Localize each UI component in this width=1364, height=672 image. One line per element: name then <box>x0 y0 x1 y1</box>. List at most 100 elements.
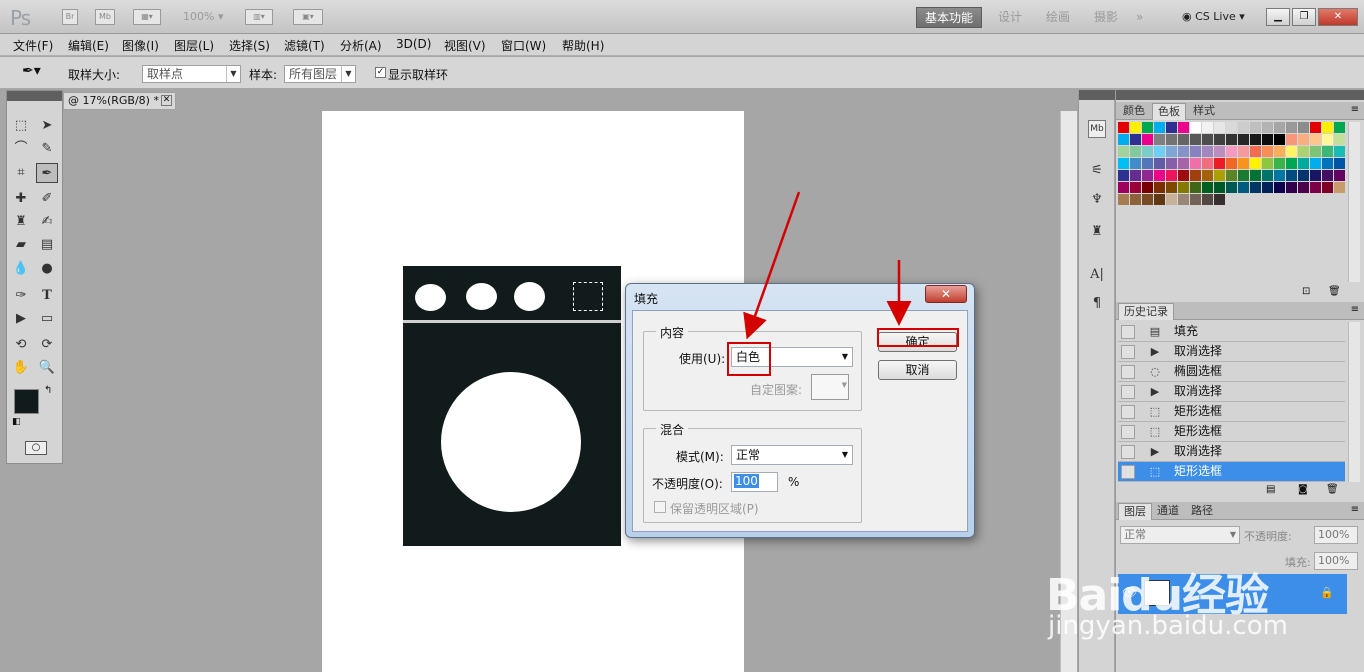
opacity-field[interactable]: 100% <box>1314 526 1358 544</box>
color-swatch[interactable] <box>1142 182 1153 193</box>
color-swatch[interactable] <box>1226 146 1237 157</box>
gradient-tool-icon[interactable]: ▤ <box>36 235 58 255</box>
lasso-tool-icon[interactable]: ⌒ <box>10 139 32 159</box>
color-swatch[interactable] <box>1334 170 1345 181</box>
swap-colors-icon[interactable]: ↰ <box>44 385 52 396</box>
color-swatch[interactable] <box>1226 122 1237 133</box>
color-swatch[interactable] <box>1130 158 1141 169</box>
color-swatch[interactable] <box>1322 170 1333 181</box>
color-swatch[interactable] <box>1262 170 1273 181</box>
color-swatch[interactable] <box>1118 134 1129 145</box>
tab-color[interactable]: 颜色 <box>1118 103 1150 120</box>
color-swatch[interactable] <box>1274 182 1285 193</box>
color-swatch[interactable] <box>1334 158 1345 169</box>
foreground-color-swatch[interactable] <box>14 389 39 414</box>
color-swatch[interactable] <box>1118 170 1129 181</box>
color-swatch[interactable] <box>1250 158 1261 169</box>
color-swatch[interactable] <box>1178 158 1189 169</box>
color-swatch[interactable] <box>1142 158 1153 169</box>
color-swatch[interactable] <box>1118 182 1129 193</box>
color-swatch[interactable] <box>1238 146 1249 157</box>
color-swatch[interactable] <box>1214 134 1225 145</box>
panel-menu-icon[interactable]: ≡ <box>1351 504 1359 515</box>
color-swatch[interactable] <box>1274 134 1285 145</box>
color-swatch[interactable] <box>1286 170 1297 181</box>
color-swatch[interactable] <box>1166 194 1177 205</box>
color-swatch[interactable] <box>1166 122 1177 133</box>
brush-tool-icon[interactable]: ✐ <box>36 189 58 209</box>
history-source-checkbox[interactable] <box>1121 445 1135 459</box>
dodge-tool-icon[interactable]: ● <box>36 259 58 279</box>
color-swatch[interactable] <box>1274 146 1285 157</box>
workspace-basic-button[interactable]: 基本功能 <box>916 7 983 28</box>
minimize-button[interactable]: ▁ <box>1266 8 1290 26</box>
history-state-row[interactable]: ⬚ 矩形选框 <box>1118 402 1345 422</box>
color-swatch[interactable] <box>1202 146 1213 157</box>
color-swatch[interactable] <box>1310 146 1321 157</box>
workspace-design-button[interactable]: 设计 <box>990 7 1030 28</box>
color-swatch[interactable] <box>1202 194 1213 205</box>
color-swatch[interactable] <box>1190 122 1201 133</box>
color-swatch[interactable] <box>1178 122 1189 133</box>
color-swatch[interactable] <box>1250 122 1261 133</box>
menu-edit[interactable]: 编辑(E) <box>68 37 109 54</box>
mini-bridge-panel-icon[interactable]: Mb <box>1088 120 1106 138</box>
color-swatch[interactable] <box>1298 146 1309 157</box>
blend-mode-select[interactable]: 正常 ▼ <box>1120 526 1240 544</box>
healing-brush-tool-icon[interactable]: ✚ <box>10 189 32 209</box>
move-tool-icon[interactable]: ➤ <box>36 116 58 136</box>
color-swatch[interactable] <box>1190 134 1201 145</box>
color-swatch[interactable] <box>1334 182 1345 193</box>
color-swatch[interactable] <box>1154 194 1165 205</box>
eyedropper-tool-icon[interactable]: ✒ <box>36 163 58 183</box>
toolbox-header[interactable] <box>7 91 62 101</box>
color-swatch[interactable] <box>1202 182 1213 193</box>
color-swatch[interactable] <box>1142 122 1153 133</box>
zoom-tool-icon[interactable]: 🔍 <box>36 358 58 378</box>
color-swatch[interactable] <box>1142 146 1153 157</box>
color-swatch[interactable] <box>1214 182 1225 193</box>
bridge-icon[interactable]: Br <box>62 9 78 25</box>
dialog-close-button[interactable]: ✕ <box>925 285 967 303</box>
tab-layers[interactable]: 图层 <box>1118 503 1152 520</box>
color-swatch[interactable] <box>1178 134 1189 145</box>
mini-bridge-icon[interactable]: Mb <box>95 9 115 25</box>
color-swatch[interactable] <box>1238 158 1249 169</box>
delete-state-icon[interactable]: 🗑 <box>1326 484 1339 495</box>
color-swatch[interactable] <box>1214 146 1225 157</box>
history-scrollbar[interactable] <box>1348 322 1360 482</box>
workspace-painting-button[interactable]: 绘画 <box>1038 7 1078 28</box>
color-swatch[interactable] <box>1262 134 1273 145</box>
character-panel-icon[interactable]: A| <box>1088 267 1106 285</box>
color-swatch[interactable] <box>1262 182 1273 193</box>
color-swatch[interactable] <box>1310 182 1321 193</box>
menu-image[interactable]: 图像(I) <box>122 37 159 54</box>
new-snapshot-icon[interactable]: ◙ <box>1298 484 1308 495</box>
history-state-row[interactable]: ▶ 取消选择 <box>1118 342 1345 362</box>
color-swatch[interactable] <box>1118 122 1129 133</box>
new-document-from-state-icon[interactable]: ▤ <box>1266 484 1275 495</box>
swatches-scrollbar[interactable] <box>1348 122 1360 282</box>
color-swatch[interactable] <box>1298 158 1309 169</box>
color-swatch[interactable] <box>1322 146 1333 157</box>
color-swatch[interactable] <box>1322 134 1333 145</box>
color-swatch[interactable] <box>1286 122 1297 133</box>
document-tab[interactable]: @ 17%(RGB/8) * ✕ <box>63 92 176 110</box>
color-swatch[interactable] <box>1202 134 1213 145</box>
eraser-tool-icon[interactable]: ▰ <box>10 235 32 255</box>
history-source-checkbox[interactable] <box>1121 365 1135 379</box>
color-swatch[interactable] <box>1154 134 1165 145</box>
custom-pattern-picker[interactable]: ▼ <box>811 374 849 400</box>
menu-window[interactable]: 窗口(W) <box>501 37 546 54</box>
type-tool-icon[interactable]: T <box>36 286 58 306</box>
color-swatch[interactable] <box>1274 122 1285 133</box>
clone-source-panel-icon[interactable]: ♜ <box>1088 224 1106 242</box>
history-state-row[interactable]: ◌ 椭圆选框 <box>1118 362 1345 382</box>
cs-live-menu[interactable]: ◉ CS Live ▾ <box>1182 10 1245 23</box>
panel-menu-icon[interactable]: ≡ <box>1351 104 1359 115</box>
color-swatch[interactable] <box>1262 122 1273 133</box>
opacity-input[interactable]: 100 <box>731 472 778 492</box>
color-swatch[interactable] <box>1262 158 1273 169</box>
delete-swatch-icon[interactable]: 🗑 <box>1328 286 1341 297</box>
history-state-row[interactable]: ⬚ 矩形选框 <box>1118 422 1345 442</box>
